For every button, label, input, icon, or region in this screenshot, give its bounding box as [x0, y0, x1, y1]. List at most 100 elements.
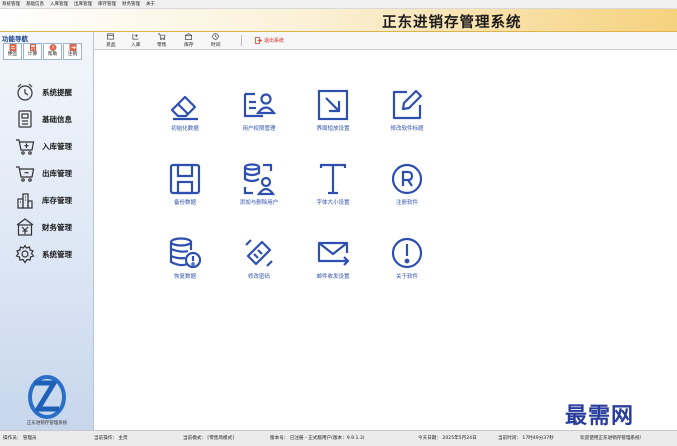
sidebar-item-basic-info[interactable]: 基础信息	[15, 109, 94, 129]
menu-basic-info[interactable]: 基础信息	[26, 0, 44, 9]
sidebar-item-finance[interactable]: 财务管理	[15, 217, 94, 237]
function-label: 初始化数据	[171, 126, 199, 132]
function-user-permission[interactable]: 用户权限管理	[224, 88, 294, 133]
cart-in-icon	[16, 139, 35, 155]
save-icon	[169, 163, 201, 195]
logo-caption: 正东进销存管理系统	[26, 421, 68, 426]
toolbar-time-button[interactable]: 时间	[211, 33, 221, 49]
function-label: 备份数据	[173, 200, 196, 206]
function-font-size[interactable]: 字体大小设置	[298, 162, 368, 207]
menu-bar: 系统管理 基础信息 入库管理 出库管理 库存管理 财务管理 关于	[0, 0, 677, 9]
toolbar-inventory-button[interactable]: 库存	[184, 33, 194, 49]
sidebar-item-system[interactable]: 系统管理	[15, 244, 94, 264]
sidebar-heading: 功能导航	[2, 35, 28, 43]
sidebar-item-stock-in[interactable]: 入库管理	[15, 136, 94, 156]
inventory-icon	[185, 33, 193, 40]
function-register-software[interactable]: 注册软件	[372, 162, 442, 207]
warehouse-icon	[17, 193, 33, 209]
status-time: 当前时间： 17时49分37秒	[498, 436, 554, 441]
database-restore-icon	[169, 237, 202, 269]
logout-label: 注销	[67, 52, 78, 57]
toolbar-stock-in-button[interactable]: 入库	[131, 33, 141, 49]
quick-buttons: 便签 计算 ? 帮助 注销	[3, 43, 82, 60]
function-label: 关于软件	[395, 274, 418, 280]
mail-icon	[317, 241, 350, 266]
goods-icon	[107, 33, 115, 40]
eraser-icon	[170, 95, 198, 121]
function-label: 字体大小设置	[316, 200, 350, 206]
status-bar: 操作员： 管理员 当前操作： 主页 当前模式： [零售简模式] 版本号： 已注册…	[0, 430, 677, 446]
menu-finance[interactable]: 财务管理	[122, 0, 140, 9]
status-version: 版本号： 已注册 - 正式版用户(版本：9.9.1.3)	[270, 436, 365, 441]
retail-icon	[158, 33, 166, 40]
toolbar-retail-button[interactable]: 零售	[157, 33, 167, 49]
help-icon: ?	[49, 44, 56, 51]
function-edit-title[interactable]: 修改软件标题	[372, 88, 442, 133]
alarm-clock-icon	[17, 83, 33, 101]
user-permission-icon	[243, 92, 276, 118]
function-init-data[interactable]: 初始化数据	[150, 88, 220, 133]
app-window: 系统管理 基础信息 入库管理 出库管理 库存管理 财务管理 关于 正东进销存管理…	[0, 0, 677, 446]
sidebar-item-reminder[interactable]: 系统提醒	[15, 82, 94, 102]
cart-out-icon	[16, 166, 35, 182]
function-mail-settings[interactable]: 邮件收发设置	[298, 236, 368, 281]
title-banner: 正东进销存管理系统	[0, 9, 677, 32]
edit-icon	[392, 89, 423, 120]
status-welcome: 欢迎使用正东进销存管理系统!	[580, 436, 642, 441]
sidebar-item-label: 系统管理	[42, 249, 72, 259]
toolbar-label: 货品	[106, 43, 116, 48]
sidebar-item-label: 库存管理	[42, 195, 72, 205]
registered-icon	[391, 163, 423, 195]
note-label: 便签	[7, 52, 18, 57]
status-operator: 操作员： 管理员	[3, 436, 37, 441]
info-card-icon	[18, 110, 32, 128]
function-label: 用户权限管理	[242, 126, 276, 132]
note-icon	[9, 44, 16, 51]
function-about-software[interactable]: 关于软件	[372, 236, 442, 281]
function-change-password[interactable]: 修改密码	[224, 236, 294, 281]
toolbar-label: 库存	[184, 43, 194, 48]
function-interface-zoom[interactable]: 界面短放设置	[298, 88, 368, 133]
sidebar-item-label: 系统提醒	[42, 87, 72, 97]
status-current-operation: 当前操作： 主页	[94, 436, 128, 441]
function-label: 修改软件标题	[390, 126, 424, 132]
status-mode: 当前模式： [零售简模式]	[183, 436, 234, 441]
sidebar-item-label: 入库管理	[42, 141, 72, 151]
toolbar-goods-button[interactable]: 货品	[106, 33, 116, 49]
app-title: 正东进销存管理系统	[382, 14, 522, 31]
function-label: 修改密码	[247, 274, 270, 280]
help-button[interactable]: ? 帮助	[43, 43, 62, 60]
function-restore-data[interactable]: 恢复数据	[150, 236, 220, 281]
exit-button[interactable]: 退出系统	[255, 37, 284, 44]
exit-icon	[255, 37, 262, 44]
calculator-label: 计算	[27, 52, 38, 57]
menu-stock-in[interactable]: 入库管理	[50, 0, 68, 9]
status-date: 今天日期： 2025年5月24日	[418, 436, 477, 441]
menu-system[interactable]: 系统管理	[2, 0, 20, 9]
function-add-delete-user[interactable]: 添加与删除用户	[224, 162, 294, 207]
menu-about[interactable]: 关于	[146, 0, 155, 9]
calculator-icon	[29, 44, 36, 51]
resize-window-icon	[317, 89, 349, 121]
logout-button[interactable]: 注销	[63, 43, 82, 60]
note-button[interactable]: 便签	[3, 43, 22, 60]
toolbar-label: 时间	[211, 43, 221, 48]
menu-inventory[interactable]: 库存管理	[98, 0, 116, 9]
sidebar: 功能导航 便签 计算 ? 帮助 注销 系统提醒 基础信息 入库管理 出库管理 库…	[0, 32, 94, 430]
function-label: 界面短放设置	[316, 126, 350, 132]
password-icon	[245, 239, 273, 267]
menu-stock-out[interactable]: 出库管理	[74, 0, 92, 9]
exit-label: 退出系统	[264, 38, 285, 44]
calculator-button[interactable]: 计算	[23, 43, 42, 60]
zd-logo	[28, 375, 66, 419]
toolbar-separator	[241, 35, 242, 46]
font-size-icon	[319, 163, 347, 195]
sidebar-item-label: 基础信息	[42, 114, 72, 124]
function-label: 邮件收发设置	[316, 274, 350, 280]
toolbar: 货品 入库 零售 库存 时间 退出系统	[94, 32, 677, 50]
sidebar-item-inventory[interactable]: 库存管理	[15, 190, 94, 210]
sidebar-item-stock-out[interactable]: 出库管理	[15, 163, 94, 183]
function-label: 注册软件	[395, 200, 418, 206]
function-backup-data[interactable]: 备份数据	[150, 162, 220, 207]
gear-icon	[15, 244, 35, 264]
